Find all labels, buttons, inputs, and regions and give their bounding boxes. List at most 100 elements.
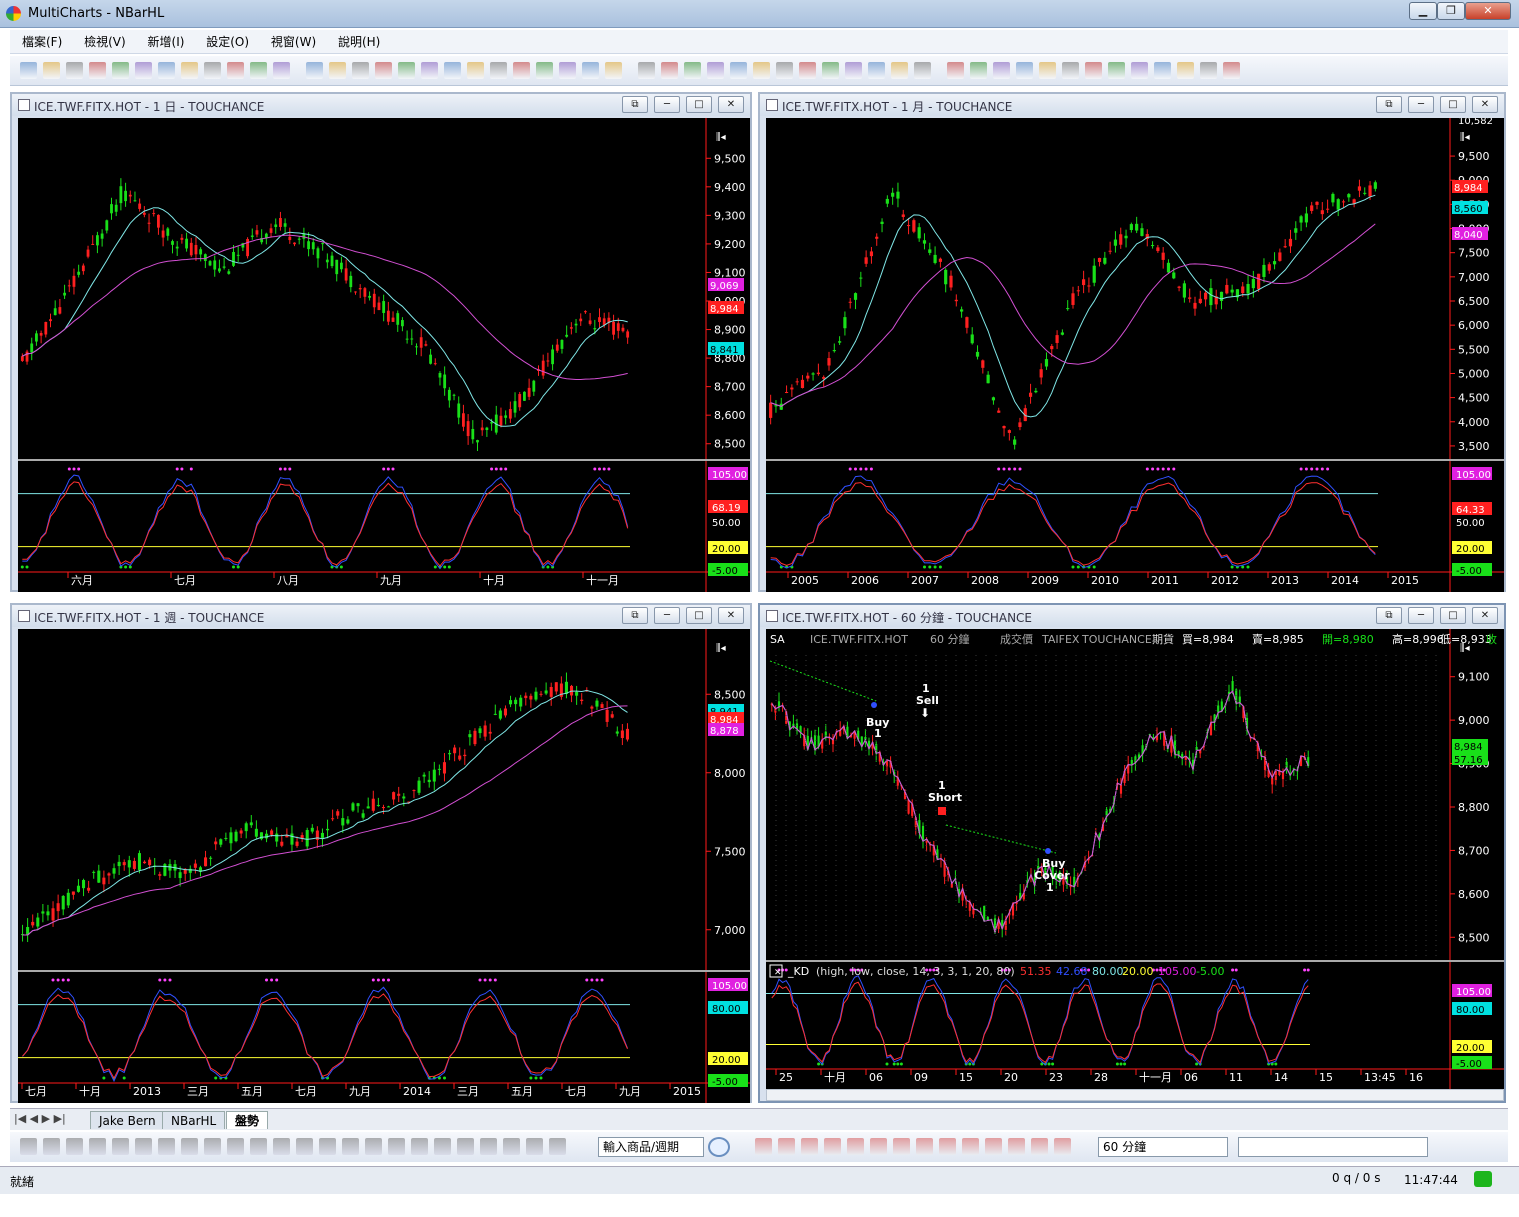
toolbar-tool-icon[interactable] [306,62,323,79]
drawing-tool-icon[interactable] [457,1138,474,1155]
toolbar-tool-icon[interactable] [559,62,576,79]
drawing-tool-icon[interactable] [503,1138,520,1155]
toolbar-tool-icon[interactable] [1016,62,1033,79]
analysis-tool-icon[interactable] [939,1138,956,1155]
analysis-tool-icon[interactable] [893,1138,910,1155]
toolbar-tool-icon[interactable] [661,62,678,79]
analysis-tool-icon[interactable] [1008,1138,1025,1155]
chart-canvas[interactable]: 9,5009,0008,5008,0007,5007,0006,5006,000… [766,118,1504,592]
tab-market[interactable]: 盤勢 [226,1111,269,1129]
chart-plot-area[interactable]: 9,5009,0008,5008,0007,5007,0006,5006,000… [766,118,1504,592]
analysis-tool-icon[interactable] [847,1138,864,1155]
chart-plot-area[interactable]: 9,1009,0008,9008,8008,7008,6008,5008,984… [766,629,1504,1089]
toolbar-tool-icon[interactable] [43,62,60,79]
chart-minimize-button[interactable]: ─ [654,96,680,113]
chart-canvas[interactable]: 9,1009,0008,9008,8008,7008,6008,5008,984… [766,629,1504,1089]
toolbar-tool-icon[interactable] [582,62,599,79]
toolbar-tool-icon[interactable] [993,62,1010,79]
drawing-tool-icon[interactable] [296,1138,313,1155]
chart-plot-area[interactable]: 8,5008,0007,5007,0008,9418,9848,878105.0… [18,629,750,1103]
tab-nav-arrows-icon[interactable]: |◀ ◀ ▶ ▶| [14,1112,66,1125]
toolbar-tool-icon[interactable] [375,62,392,79]
chart-settings-button[interactable]: ⧉ [1376,607,1402,624]
toolbar-tool-icon[interactable] [1154,62,1171,79]
analysis-tool-icon[interactable] [916,1138,933,1155]
drawing-tool-icon[interactable] [319,1138,336,1155]
drawing-tool-icon[interactable] [227,1138,244,1155]
toolbar-tool-icon[interactable] [273,62,290,79]
close-button[interactable]: ✕ [1465,2,1511,20]
chart-canvas[interactable]: 8,5008,0007,5007,0008,9418,9848,878105.0… [18,629,750,1103]
drawing-tool-icon[interactable] [181,1138,198,1155]
toolbar-tool-icon[interactable] [1085,62,1102,79]
toolbar-tool-icon[interactable] [914,62,931,79]
chart-maximize-button[interactable]: □ [686,96,712,113]
chart-window-hourly[interactable]: ICE.TWF.FITX.HOT - 60 分鐘 - TOUCHANCE ⧉ ─ □… [758,603,1506,1103]
toolbar-tool-icon[interactable] [1108,62,1125,79]
toolbar-tool-icon[interactable] [638,62,655,79]
toolbar-tool-icon[interactable] [536,62,553,79]
toolbar-tool-icon[interactable] [753,62,770,79]
toolbar-tool-icon[interactable] [707,62,724,79]
toolbar-tool-icon[interactable] [845,62,862,79]
drawing-tool-icon[interactable] [273,1138,290,1155]
chart-settings-button[interactable]: ⧉ [622,607,648,624]
toolbar-tool-icon[interactable] [1177,62,1194,79]
drawing-tool-icon[interactable] [434,1138,451,1155]
toolbar-tool-icon[interactable] [444,62,461,79]
drawing-tool-icon[interactable] [158,1138,175,1155]
toolbar-tool-icon[interactable] [891,62,908,79]
horizontal-scrollbar[interactable] [766,1089,1504,1101]
chart-maximize-button[interactable]: □ [1440,607,1466,624]
toolbar-tool-icon[interactable] [158,62,175,79]
toolbar-tool-icon[interactable] [1200,62,1217,79]
toolbar-tool-icon[interactable] [730,62,747,79]
chart-minimize-button[interactable]: ─ [1408,96,1434,113]
interval-select[interactable]: 60 分鐘 [1098,1137,1228,1157]
toolbar-tool-icon[interactable] [947,62,964,79]
tab-jake-bern[interactable]: Jake Bern [90,1111,165,1129]
analysis-tool-icon[interactable] [824,1138,841,1155]
toolbar-tool-icon[interactable] [1062,62,1079,79]
drawing-tool-icon[interactable] [342,1138,359,1155]
analysis-tool-icon[interactable] [1054,1138,1071,1155]
drawing-tool-icon[interactable] [112,1138,129,1155]
toolbar-tool-icon[interactable] [421,62,438,79]
drawing-tool-icon[interactable] [250,1138,267,1155]
toolbar-tool-icon[interactable] [204,62,221,79]
chart-close-button[interactable]: ✕ [1472,607,1498,624]
toolbar-tool-icon[interactable] [135,62,152,79]
toolbar-tool-icon[interactable] [513,62,530,79]
chart-window-monthly[interactable]: ICE.TWF.FITX.HOT - 1 月 - TOUCHANCE ⧉ ─ □ ✕ … [758,92,1506,592]
drawing-tool-icon[interactable] [411,1138,428,1155]
toolbar-tool-icon[interactable] [684,62,701,79]
toolbar-tool-icon[interactable] [467,62,484,79]
chart-window-daily[interactable]: ICE.TWF.FITX.HOT - 1 日 - TOUCHANCE ⧉ ─ □ ✕ … [10,92,752,592]
menu-window[interactable]: 視窗(W) [265,30,322,54]
chart-close-button[interactable]: ✕ [718,607,744,624]
analysis-tool-icon[interactable] [962,1138,979,1155]
toolbar-tool-icon[interactable] [776,62,793,79]
drawing-tool-icon[interactable] [480,1138,497,1155]
drawing-tool-icon[interactable] [526,1138,543,1155]
toolbar-tool-icon[interactable] [868,62,885,79]
drawing-tool-icon[interactable] [43,1138,60,1155]
analysis-tool-icon[interactable] [778,1138,795,1155]
toolbar-tool-icon[interactable] [329,62,346,79]
toolbar-tool-icon[interactable] [1223,62,1240,79]
menu-help[interactable]: 說明(H) [332,30,386,54]
chart-settings-button[interactable]: ⧉ [622,96,648,113]
analysis-tool-icon[interactable] [755,1138,772,1155]
toolbar-tool-icon[interactable] [250,62,267,79]
analysis-tool-icon[interactable] [1031,1138,1048,1155]
drawing-tool-icon[interactable] [20,1138,37,1155]
toolbar-tool-icon[interactable] [1039,62,1056,79]
toolbar-tool-icon[interactable] [398,62,415,79]
toolbar-tool-icon[interactable] [20,62,37,79]
chart-minimize-button[interactable]: ─ [1408,607,1434,624]
chart-maximize-button[interactable]: □ [686,607,712,624]
analysis-tool-icon[interactable] [985,1138,1002,1155]
menu-view[interactable]: 檢視(V) [78,30,132,54]
toolbar-tool-icon[interactable] [490,62,507,79]
toolbar-tool-icon[interactable] [605,62,622,79]
